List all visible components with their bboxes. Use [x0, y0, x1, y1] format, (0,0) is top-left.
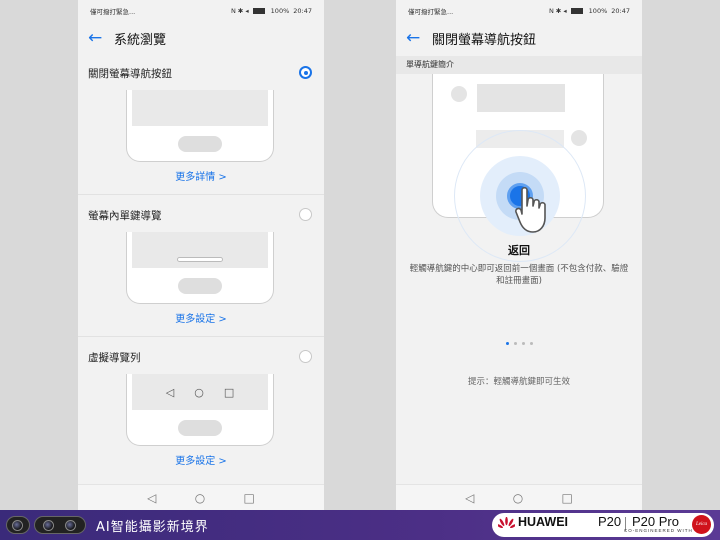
option-label-close-nav-buttons[interactable]: 關閉螢幕導航按鈕 — [88, 66, 172, 81]
preview-single-key-nav — [126, 232, 274, 304]
nav-key-pill — [178, 278, 222, 294]
back-arrow-icon[interactable]: ← — [88, 29, 114, 47]
nav-gesture-bar — [177, 257, 223, 262]
divider — [78, 336, 324, 337]
home-circle-icon: ○ — [194, 386, 204, 399]
battery-percent: 100% — [270, 7, 290, 15]
camera-lens — [65, 520, 76, 531]
footer-tagline: AI智能攝影新境界 — [96, 520, 209, 535]
brand-badge: HUAWEI P20 P20 Pro CO-ENGINEERED WITH Le… — [492, 513, 714, 537]
signal-icons: N ✱ ◂ — [548, 7, 567, 15]
recents-square-icon[interactable]: □ — [562, 491, 573, 505]
carrier-text: 僅可撥打緊急... — [90, 8, 136, 16]
leica-logo: Leica — [692, 515, 711, 534]
system-nav-bar: ◁ ○ □ — [78, 484, 324, 510]
radio-close-nav-buttons[interactable] — [299, 66, 312, 79]
preview-close-nav-buttons — [126, 90, 274, 162]
more-settings-link-2[interactable]: 更多設定 > — [78, 452, 324, 467]
app-bar: ← 系統瀏覽 — [78, 22, 324, 54]
page-title: 關閉螢幕導航按鈕 — [432, 32, 537, 48]
back-triangle-icon: ◁ — [165, 386, 175, 399]
carrier-text: 僅可撥打緊急... — [408, 8, 454, 16]
nav-key-pill — [178, 420, 222, 436]
more-details-link[interactable]: 更多詳情 > — [78, 168, 324, 183]
phone-screen-system-navigation: 僅可撥打緊急... N ✱ ◂ 100% 20:47 ← 系統瀏覽 關閉螢幕導航… — [78, 0, 324, 510]
more-settings-link-1[interactable]: 更多設定 > — [78, 310, 324, 325]
option-label-virtual-nav-bar[interactable]: 虛擬導覽列 — [88, 350, 141, 365]
nav-key-pill — [178, 136, 222, 152]
preview-screen-area — [132, 232, 268, 268]
clock: 20:47 — [611, 7, 630, 15]
demo-dot — [451, 86, 467, 102]
battery-percent: 100% — [588, 7, 608, 15]
dual-camera-icon — [34, 516, 86, 534]
app-bar: ← 關閉螢幕導航按鈕 — [396, 22, 642, 54]
gesture-description: 輕觸導航鍵的中心即可返回前一個畫面 (不包含付款、驗證和註冊畫面) — [409, 264, 629, 286]
radio-single-key-nav[interactable] — [299, 208, 312, 221]
page-indicator — [396, 342, 642, 345]
brand-name: HUAWEI — [518, 515, 568, 529]
back-triangle-icon[interactable]: ◁ — [147, 491, 156, 505]
navigation-options-list: 關閉螢幕導航按鈕 更多詳情 > 螢幕內單鍵導覽 更多設定 > 虛擬導覽列 ◁ ○… — [78, 54, 324, 484]
recents-square-icon[interactable]: □ — [244, 491, 255, 505]
gesture-title: 返回 — [508, 244, 530, 257]
preview-screen-area — [132, 90, 268, 126]
section-header: 單導航鍵簡介 — [396, 56, 642, 74]
page-dot — [513, 342, 517, 345]
camera-lens — [12, 520, 23, 531]
battery-icon — [570, 8, 583, 14]
page-dot — [521, 342, 525, 345]
single-camera-icon — [6, 516, 30, 534]
status-bar: 僅可撥打緊急... N ✱ ◂ 100% 20:47 — [78, 0, 324, 22]
model-p20-pro: P20 Pro — [632, 514, 679, 529]
divider — [78, 194, 324, 195]
phone-screen-nav-intro: 僅可撥打緊急... N ✱ ◂ 100% 20:47 ← 關閉螢幕導航按鈕 單導… — [396, 0, 642, 510]
huawei-logo-icon — [498, 517, 515, 529]
page-dot — [529, 342, 533, 345]
system-nav-bar: ◁ ○ □ — [396, 484, 642, 510]
promo-footer: AI智能攝影新境界 HUAWEI P20 P20 Pro CO-ENGINEER… — [0, 510, 720, 540]
hand-tap-icon — [515, 186, 546, 233]
option-label-single-key-nav[interactable]: 螢幕內單鍵導覽 — [88, 208, 162, 223]
status-bar: 僅可撥打緊急... N ✱ ◂ 100% 20:47 — [396, 0, 642, 22]
page-title: 系統瀏覽 — [114, 32, 167, 48]
radio-virtual-nav-bar[interactable] — [299, 350, 312, 363]
signal-icons: N ✱ ◂ — [230, 7, 249, 15]
co-engineered-text: CO-ENGINEERED WITH — [624, 528, 693, 533]
virtual-nav-buttons: ◁ ○ □ — [127, 386, 273, 399]
back-triangle-icon[interactable]: ◁ — [465, 491, 474, 505]
preview-virtual-nav-bar: ◁ ○ □ — [126, 374, 274, 446]
home-circle-icon[interactable]: ○ — [195, 491, 205, 505]
demo-dot — [571, 130, 587, 146]
back-arrow-icon[interactable]: ← — [406, 29, 432, 47]
recents-square-icon: □ — [223, 386, 235, 399]
camera-lens — [43, 520, 54, 531]
demo-block — [477, 84, 565, 112]
model-p20: P20 — [598, 514, 622, 529]
hint-text: 提示：輕觸導航鍵即可生效 — [467, 377, 570, 387]
page-dot-active — [505, 342, 509, 345]
slide-background: 僅可撥打緊急... N ✱ ◂ 100% 20:47 ← 系統瀏覽 關閉螢幕導航… — [0, 0, 720, 510]
battery-icon — [252, 8, 265, 14]
clock: 20:47 — [293, 7, 312, 15]
home-circle-icon[interactable]: ○ — [513, 491, 523, 505]
